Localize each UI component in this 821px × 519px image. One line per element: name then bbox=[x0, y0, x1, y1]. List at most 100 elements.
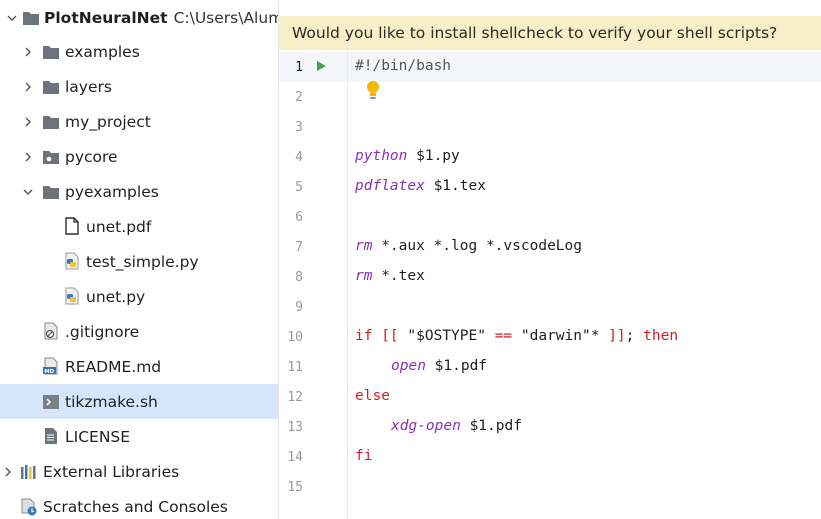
markdown-file-icon: MD bbox=[43, 357, 58, 375]
line-number: 13 bbox=[287, 420, 303, 435]
tree-item-tikzmake-sh[interactable]: tikzmake.sh bbox=[0, 384, 278, 419]
tree-item-pycore[interactable]: pycore bbox=[0, 139, 278, 174]
line-number: 1 bbox=[295, 60, 303, 75]
tree-item-examples[interactable]: examples bbox=[0, 34, 278, 69]
line-number: 2 bbox=[295, 90, 303, 105]
tree-item-pyexamples[interactable]: pyexamples bbox=[0, 174, 278, 209]
folder-icon bbox=[43, 116, 59, 129]
folder-icon bbox=[23, 12, 39, 25]
package-folder-icon bbox=[43, 151, 59, 164]
tree-item-label: LICENSE bbox=[65, 427, 131, 446]
chevron-right-icon[interactable] bbox=[23, 82, 33, 92]
command-token: rm bbox=[355, 238, 373, 254]
tree-item-label: tikzmake.sh bbox=[65, 392, 158, 411]
tree-item-label: .gitignore bbox=[65, 322, 140, 341]
tree-item-label: layers bbox=[65, 77, 112, 96]
scratches-icon bbox=[21, 498, 37, 516]
argument-token: $1.pdf bbox=[460, 418, 522, 434]
run-script-icon[interactable] bbox=[315, 60, 327, 72]
folder-icon bbox=[43, 81, 59, 94]
code-line-14: fi bbox=[355, 448, 373, 464]
bracket-token: [[ bbox=[372, 328, 408, 344]
tree-item-label: pycore bbox=[65, 147, 118, 166]
command-token: open bbox=[391, 358, 426, 374]
svg-text:MD: MD bbox=[44, 369, 54, 375]
line-number: 8 bbox=[295, 270, 303, 285]
gitignore-file-icon bbox=[44, 322, 58, 340]
libraries-icon bbox=[21, 465, 36, 479]
project-name: PlotNeuralNet bbox=[44, 8, 168, 27]
tree-item-label: test_simple.py bbox=[86, 252, 199, 271]
python-file-icon bbox=[65, 287, 79, 305]
shellcheck-notification-banner[interactable]: Would you like to install shellcheck to … bbox=[279, 16, 821, 50]
bracket-token: ]] bbox=[599, 328, 626, 344]
banner-message: Would you like to install shellcheck to … bbox=[292, 24, 778, 42]
tree-item-layers[interactable]: layers bbox=[0, 69, 278, 104]
tree-item-label: pyexamples bbox=[65, 182, 159, 201]
editor-tab-strip bbox=[279, 0, 821, 17]
tree-item-license[interactable]: LICENSE bbox=[0, 419, 278, 454]
line-number: 12 bbox=[287, 390, 303, 405]
code-line-4: python $1.py bbox=[355, 148, 460, 164]
project-path: C:\Users\Alumini bbox=[173, 8, 278, 27]
code-editor[interactable]: Would you like to install shellcheck to … bbox=[279, 0, 821, 519]
argument-token: $1.tex bbox=[424, 178, 486, 194]
string-token: "$OSTYPE" bbox=[407, 328, 486, 344]
command-token: python bbox=[355, 148, 408, 164]
string-token: "darwin"* bbox=[520, 328, 600, 344]
tree-item-label: unet.py bbox=[86, 287, 146, 306]
code-area[interactable]: #!/bin/bash python $1.py pdflatex $1.tex… bbox=[348, 50, 821, 519]
line-number: 11 bbox=[287, 360, 303, 375]
tree-item-label: unet.pdf bbox=[86, 217, 152, 236]
tree-item-my-project[interactable]: my_project bbox=[0, 104, 278, 139]
keyword-token: if bbox=[355, 328, 373, 344]
chevron-right-icon[interactable] bbox=[23, 47, 33, 57]
command-token: pdflatex bbox=[355, 178, 425, 194]
keyword-token: then bbox=[643, 328, 679, 344]
chevron-right-icon[interactable] bbox=[3, 467, 13, 477]
tree-item-readme[interactable]: MD README.md bbox=[0, 349, 278, 384]
argument-token: *.aux *.log *.vscodeLog bbox=[372, 238, 582, 254]
chevron-right-icon[interactable] bbox=[23, 152, 33, 162]
code-line-7: rm *.aux *.log *.vscodeLog bbox=[355, 238, 582, 254]
tree-item-label: Scratches and Consoles bbox=[43, 497, 228, 516]
code-line-12: else bbox=[355, 388, 390, 404]
line-number: 5 bbox=[295, 180, 303, 195]
shell-file-icon bbox=[43, 395, 59, 409]
chevron-right-icon[interactable] bbox=[23, 117, 33, 127]
line-number: 9 bbox=[295, 300, 303, 315]
folder-icon bbox=[43, 186, 59, 199]
tree-item-gitignore[interactable]: .gitignore bbox=[0, 314, 278, 349]
tree-item-unet-pdf[interactable]: unet.pdf bbox=[0, 209, 278, 244]
chevron-down-icon[interactable] bbox=[7, 13, 17, 23]
tree-item-label: README.md bbox=[65, 357, 162, 376]
text-file-icon bbox=[45, 428, 57, 444]
tree-root[interactable]: PlotNeuralNet C:\Users\Alumini bbox=[0, 0, 278, 35]
tree-item-test-simple-py[interactable]: test_simple.py bbox=[0, 244, 278, 279]
code-line-11: open $1.pdf bbox=[391, 358, 487, 374]
chevron-down-icon[interactable] bbox=[23, 187, 33, 197]
line-number: 3 bbox=[295, 120, 303, 135]
tree-item-scratches[interactable]: Scratches and Consoles bbox=[0, 489, 278, 519]
code-line-1: #!/bin/bash bbox=[355, 58, 452, 74]
tree-item-label: my_project bbox=[65, 112, 151, 131]
command-token: xdg-open bbox=[391, 418, 461, 434]
tree-item-label: examples bbox=[65, 42, 140, 61]
line-number: 7 bbox=[295, 240, 303, 255]
line-number-gutter[interactable]: 1 2 3 4 5 6 7 8 9 10 11 12 13 14 15 bbox=[279, 50, 348, 519]
argument-token: *.tex bbox=[372, 268, 425, 284]
operator-token: == bbox=[485, 328, 521, 344]
python-file-icon bbox=[65, 252, 79, 270]
tree-item-unet-py[interactable]: unet.py bbox=[0, 279, 278, 314]
line-number: 6 bbox=[295, 210, 303, 225]
tree-item-external-libraries[interactable]: External Libraries bbox=[0, 454, 278, 489]
project-tree: PlotNeuralNet C:\Users\Alumini examples l… bbox=[0, 0, 279, 519]
line-number: 14 bbox=[287, 450, 303, 465]
code-line-5: pdflatex $1.tex bbox=[355, 178, 486, 194]
pdf-file-icon bbox=[65, 217, 79, 235]
argument-token: $1.py bbox=[407, 148, 460, 164]
code-line-13: xdg-open $1.pdf bbox=[391, 418, 522, 434]
semicolon-token: ; bbox=[625, 328, 644, 344]
command-token: rm bbox=[355, 268, 373, 284]
line-number: 4 bbox=[295, 150, 303, 165]
